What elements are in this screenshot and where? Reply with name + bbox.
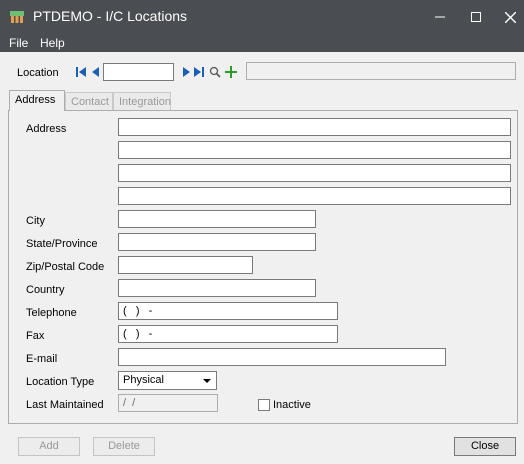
country-label: Country xyxy=(26,284,65,296)
tab-integration[interactable]: Integration xyxy=(113,92,171,111)
close-icon xyxy=(504,11,516,23)
inactive-checkbox[interactable] xyxy=(258,399,270,411)
address-line-3-input[interactable] xyxy=(118,164,511,182)
tab-address[interactable]: Address xyxy=(9,90,65,111)
minimize-icon xyxy=(435,16,445,18)
next-record-icon[interactable] xyxy=(180,66,192,78)
email-input[interactable] xyxy=(118,348,446,366)
zip-label: Zip/Postal Code xyxy=(26,261,105,273)
location-description-field xyxy=(246,62,516,80)
location-type-value: Physical xyxy=(123,374,164,386)
state-input[interactable] xyxy=(118,233,316,251)
menu-bar: File Help xyxy=(0,34,524,52)
location-label: Location xyxy=(17,67,59,79)
add-icon[interactable] xyxy=(225,66,237,78)
country-input[interactable] xyxy=(118,279,316,297)
location-code-input[interactable] xyxy=(103,63,174,81)
fax-input[interactable]: ( ) - xyxy=(118,325,338,343)
icl-locations-window: PTDEMO - I/C Locations File Help Locatio… xyxy=(0,0,524,464)
inactive-label: Inactive xyxy=(273,399,311,411)
telephone-input[interactable]: ( ) - xyxy=(118,302,338,320)
fax-label: Fax xyxy=(26,330,45,342)
close-button[interactable]: Close xyxy=(454,437,516,456)
close-window-button[interactable] xyxy=(490,0,524,34)
lookup-icon[interactable] xyxy=(209,66,221,78)
minimize-button[interactable] xyxy=(420,0,460,34)
tab-contact[interactable]: Contact xyxy=(65,92,113,111)
window-title: PTDEMO - I/C Locations xyxy=(33,8,188,24)
email-label: E-mail xyxy=(26,353,58,365)
chevron-down-icon xyxy=(203,379,211,383)
last-maintained-label: Last Maintained xyxy=(26,399,104,411)
menu-help[interactable]: Help xyxy=(40,36,65,50)
address-line-1-input[interactable] xyxy=(118,118,511,136)
address-label: Address xyxy=(26,123,67,135)
maximize-icon xyxy=(471,12,481,22)
app-icon xyxy=(10,11,24,23)
city-input[interactable] xyxy=(118,210,316,228)
title-bar: PTDEMO - I/C Locations xyxy=(0,0,524,34)
previous-record-icon[interactable] xyxy=(90,66,102,78)
first-record-icon[interactable] xyxy=(75,66,87,78)
last-maintained-field: / / xyxy=(118,394,218,412)
state-label: State/Province xyxy=(26,238,98,250)
city-label: City xyxy=(26,215,45,227)
delete-button[interactable]: Delete xyxy=(93,437,155,456)
add-button[interactable]: Add xyxy=(18,437,80,456)
location-type-label: Location Type xyxy=(26,376,95,388)
last-record-icon[interactable] xyxy=(193,66,205,78)
zip-input[interactable] xyxy=(118,256,253,274)
location-type-select[interactable]: Physical xyxy=(118,371,217,390)
menu-file[interactable]: File xyxy=(9,36,28,50)
address-line-4-input[interactable] xyxy=(118,187,511,205)
address-line-2-input[interactable] xyxy=(118,141,511,159)
telephone-label: Telephone xyxy=(26,307,77,319)
